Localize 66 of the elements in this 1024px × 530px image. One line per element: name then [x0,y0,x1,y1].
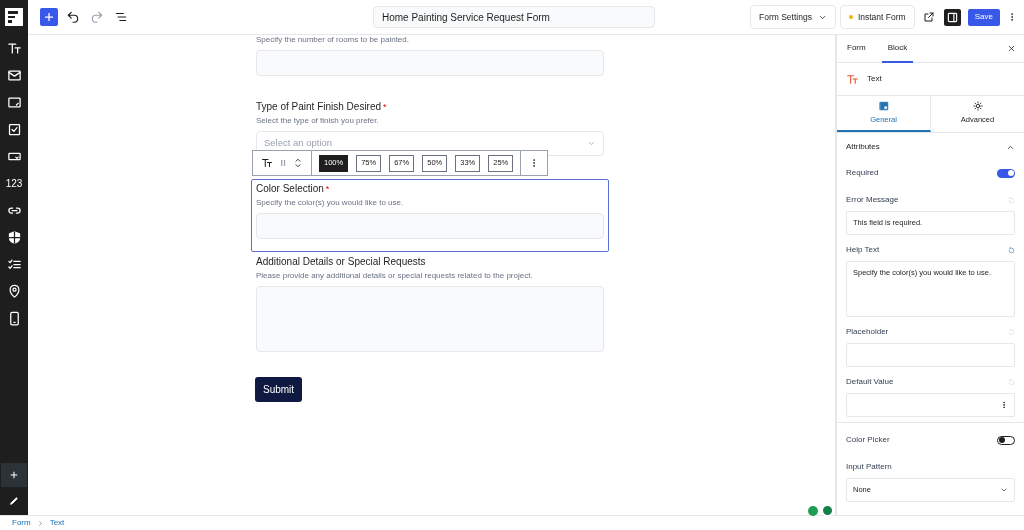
breadcrumb-link[interactable]: Text [49,517,65,529]
panel-tab[interactable]: Form [845,35,868,63]
text-size-icon [846,72,859,86]
submit-button[interactable]: Submit [255,377,303,402]
setting-label: Error Message [846,194,899,206]
field-label: Type of Paint Finish Desired [256,100,382,114]
select-placeholder: Select an option [264,136,333,151]
list-view-icon[interactable] [114,10,128,24]
toggle-switch[interactable] [997,168,1015,178]
help-text: Please provide any additional details or special requests related to the project. [256,270,534,282]
instant-form-button[interactable]: Instant Form [839,5,915,29]
chevron-down-icon [1000,486,1008,494]
plus-icon [43,11,55,23]
chevron-right-icon [36,519,44,527]
chevron-down-icon [587,139,596,148]
input-field[interactable] [846,393,1015,417]
block-name: Text [867,73,882,85]
redo-icon[interactable] [90,10,104,24]
field-label: Color Selection [256,182,324,196]
checkbox-icon[interactable] [6,122,22,137]
add-button[interactable] [1,463,27,487]
drag-handle-icon[interactable] [279,158,287,168]
help-text: Specify the color(s) you would like to use. [256,197,405,209]
input-field[interactable] [256,213,604,239]
plus-icon [9,470,19,480]
selected-block-outline[interactable]: Color Selection * Specify the color(s) you would like to use. [251,179,609,252]
form-settings-button[interactable]: Form Settings [750,5,836,29]
breadcrumb-link[interactable]: Form [12,517,31,529]
sidebar-toggle-button[interactable] [943,8,961,26]
toggle-switch[interactable] [997,435,1015,445]
input-field[interactable] [256,50,604,76]
form-title-field[interactable]: Home Painting Service Request Form [373,6,655,28]
map-pin-icon[interactable] [6,284,22,299]
gear-icon [972,100,983,111]
text-size-icon [261,157,273,169]
setting-label: Default Value [846,376,894,388]
setting-label: Placeholder [846,326,889,338]
textarea-field[interactable] [256,286,604,352]
text-size-icon[interactable] [6,41,22,56]
help-text: Specify the number of rooms to be painted. [256,34,410,46]
help-text: Select the type of finish you prefer. [256,115,380,127]
setting-label: Help Text [846,244,880,256]
save-button[interactable]: Save [967,8,1000,26]
pencil-icon[interactable] [8,495,20,506]
required-asterisk: * [383,101,387,114]
setting-label: Color Picker [846,434,890,446]
setting-label: Input Pattern [846,461,892,473]
logo-icon[interactable] [5,8,23,26]
checklist-icon[interactable] [6,257,22,272]
external-link-icon[interactable] [922,11,935,23]
input-field[interactable] [846,343,1015,367]
required-asterisk: * [325,183,330,196]
close-icon[interactable] [1007,44,1016,53]
textarea-icon[interactable] [6,95,22,110]
undo-icon[interactable] [66,10,80,24]
setting-label: Required [846,167,879,179]
more-options-icon[interactable] [1000,400,1008,410]
add-block-button[interactable] [40,8,58,26]
field-label: Additional Details or Special Requests [256,255,426,269]
panel-tab[interactable]: Block [881,35,914,63]
attributes-section-header[interactable]: Attributes [837,133,1024,161]
layout-icon [878,100,889,111]
number-tool[interactable]: 123 [5,176,23,191]
panel-icon [946,11,958,23]
mail-icon[interactable] [6,68,22,83]
shield-icon[interactable] [6,230,22,245]
